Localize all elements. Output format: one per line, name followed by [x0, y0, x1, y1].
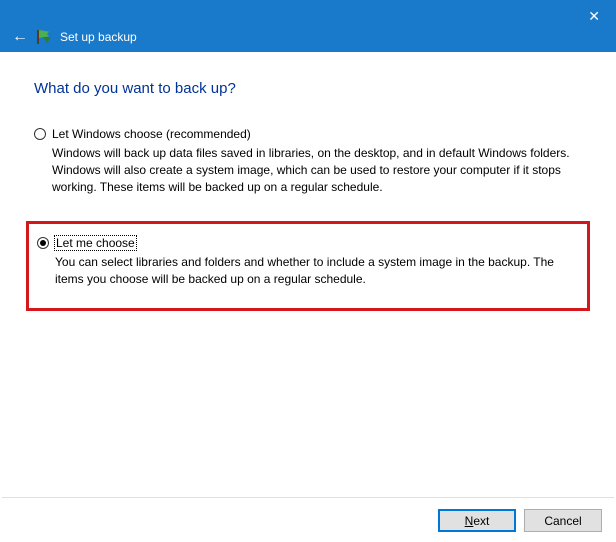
wizard-footer: Next Cancel [438, 509, 602, 532]
option-description: Windows will back up data files saved in… [52, 145, 572, 195]
window-title: Set up backup [60, 30, 137, 44]
radio-label: Let me choose [55, 236, 136, 250]
cancel-button[interactable]: Cancel [524, 509, 602, 532]
radio-icon [34, 128, 46, 140]
backup-flag-icon [36, 29, 52, 45]
back-arrow-icon[interactable]: ← [12, 28, 28, 46]
footer-divider [2, 497, 614, 498]
wizard-content: What do you want to back up? Let Windows… [0, 52, 616, 311]
annotation-highlight: Let me choose You can select libraries a… [26, 221, 590, 311]
radio-label: Let Windows choose (recommended) [52, 127, 251, 141]
radio-windows-choose[interactable]: Let Windows choose (recommended) [34, 127, 582, 141]
window-titlebar: ✕ ← Set up backup [0, 0, 616, 52]
page-heading: What do you want to back up? [34, 80, 582, 97]
radio-icon [37, 237, 49, 249]
option-let-me-choose: Let me choose You can select libraries a… [37, 234, 579, 290]
next-button[interactable]: Next [438, 509, 516, 532]
close-icon[interactable]: ✕ [588, 8, 600, 25]
option-description: You can select libraries and folders and… [55, 254, 575, 288]
option-windows-choose: Let Windows choose (recommended) Windows… [34, 125, 582, 197]
radio-let-me-choose[interactable]: Let me choose [37, 236, 579, 250]
